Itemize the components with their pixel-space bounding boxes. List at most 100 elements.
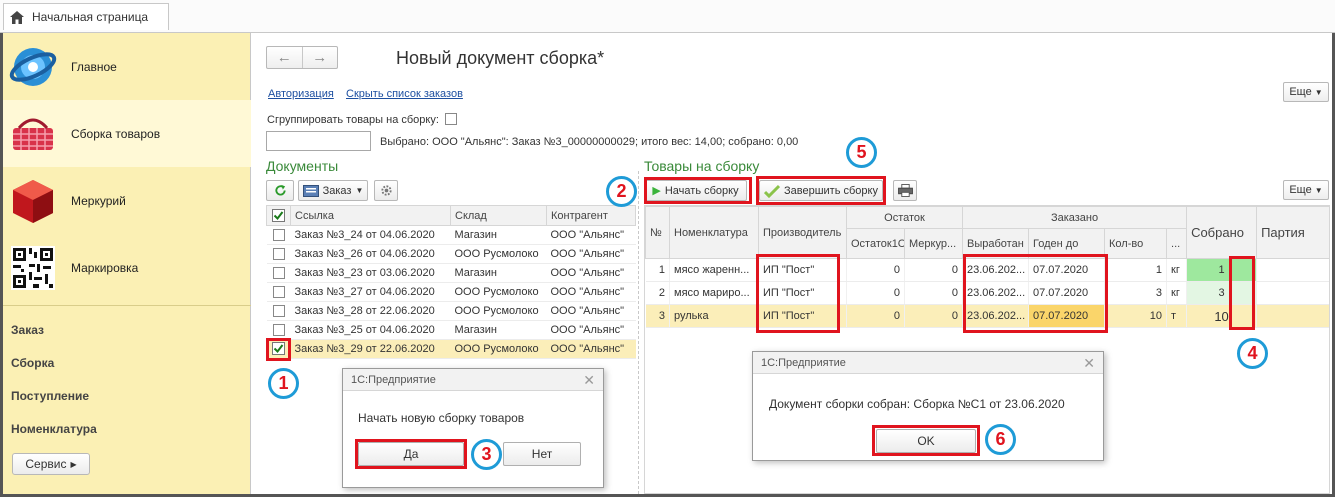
cell-valid-until[interactable]: 07.07.2020 bbox=[1028, 281, 1106, 305]
tab-home[interactable]: Начальная страница bbox=[3, 3, 169, 30]
sidebar-item-mercury[interactable]: Меркурий bbox=[3, 167, 251, 234]
row-checkbox-cell[interactable] bbox=[266, 301, 291, 321]
table-row[interactable]: Заказ №3_28 от 22.06.2020 ООО Русмолоко ОО… bbox=[266, 301, 636, 321]
sidebar-item-assembly[interactable]: Сборка товаров bbox=[3, 100, 251, 167]
group-goods-label: Сгруппировать товары на сборку: bbox=[267, 114, 439, 126]
print-button[interactable] bbox=[893, 180, 917, 201]
col-header-ref[interactable]: Ссылка bbox=[290, 205, 451, 226]
sidebar-link-nomenclature[interactable]: Номенклатура bbox=[11, 422, 97, 436]
finish-assembly-button[interactable]: Завершить сборку bbox=[759, 180, 883, 201]
filter-input[interactable] bbox=[266, 131, 371, 151]
dialog-message: Начать новую сборку товаров bbox=[358, 411, 525, 425]
col-header-stock1c[interactable]: Остаток1С bbox=[846, 228, 905, 259]
sidebar-link-order[interactable]: Заказ bbox=[11, 323, 44, 337]
col-header-nomenclature[interactable]: Номенклатура bbox=[669, 206, 759, 259]
cell-valid-until[interactable]: 07.07.2020 bbox=[1028, 258, 1106, 282]
row-checkbox[interactable] bbox=[272, 228, 285, 241]
cell-num: 3 bbox=[645, 304, 670, 328]
sidebar-item-label: Сборка товаров bbox=[71, 126, 161, 141]
table-row[interactable]: Заказ №3_27 от 04.06.2020 ООО Русмолоко ОО… bbox=[266, 282, 636, 302]
chevron-down-icon: ▼ bbox=[1314, 185, 1323, 195]
col-header-qty[interactable]: Кол-во bbox=[1104, 228, 1168, 259]
cell-producer: ИП "Пост" bbox=[758, 281, 847, 305]
row-checkbox-cell[interactable] bbox=[266, 282, 291, 302]
col-header-collected[interactable]: Собрано bbox=[1186, 206, 1258, 259]
close-icon[interactable]: ✕ bbox=[583, 372, 595, 389]
cell-store: ООО Русмолоко bbox=[450, 339, 547, 359]
table-row[interactable]: Заказ №3_26 от 04.06.2020 ООО Русмолоко ОО… bbox=[266, 244, 636, 264]
col-header-ordered[interactable]: Заказано bbox=[962, 206, 1188, 229]
row-checkbox[interactable] bbox=[272, 304, 285, 317]
row-checkbox-cell[interactable] bbox=[266, 225, 291, 245]
col-header-producer[interactable]: Производитель bbox=[758, 206, 847, 259]
sidebar-item-main[interactable]: Главное bbox=[3, 33, 251, 100]
table-row[interactable]: 1 мясо жаренн... ИП "Пост" 0 0 23.06.202... 07… bbox=[645, 258, 1329, 282]
pane-divider[interactable] bbox=[638, 171, 639, 494]
row-checkbox-cell[interactable] bbox=[266, 244, 291, 264]
documents-header-row: Ссылка Склад Контрагент bbox=[266, 205, 636, 226]
cell-collected[interactable]: 1 bbox=[1186, 258, 1258, 282]
start-assembly-button[interactable]: ▶ Начать сборку bbox=[644, 180, 747, 201]
col-header-contractor[interactable]: Контрагент bbox=[546, 205, 636, 226]
page-title: Новый документ сборка* bbox=[396, 48, 605, 68]
col-header-valid-until[interactable]: Годен до bbox=[1028, 228, 1106, 259]
row-checkbox[interactable] bbox=[272, 266, 285, 279]
close-icon[interactable]: ✕ bbox=[1083, 355, 1095, 372]
sidebar-link-receipt[interactable]: Поступление bbox=[11, 389, 89, 403]
row-checkbox-cell[interactable] bbox=[266, 339, 291, 359]
table-row[interactable]: Заказ №3_29 от 22.06.2020 ООО Русмолоко ОО… bbox=[266, 339, 636, 359]
row-checkbox[interactable] bbox=[272, 285, 285, 298]
col-header-stock[interactable]: Остаток bbox=[845, 206, 964, 229]
yes-button[interactable]: Да bbox=[358, 442, 464, 466]
more-button-goods[interactable]: Еще ▼ bbox=[1283, 180, 1329, 200]
table-row[interactable]: Заказ №3_23 от 03.06.2020 Магазин ООО "Аль… bbox=[266, 263, 636, 283]
hide-orders-link[interactable]: Скрыть список заказов bbox=[346, 88, 463, 100]
documents-table: Ссылка Склад Контрагент Заказ №3_24 от 0… bbox=[266, 205, 636, 359]
group-goods-checkbox[interactable] bbox=[444, 113, 457, 125]
forward-arrow-icon[interactable]: → bbox=[303, 47, 338, 68]
row-checkbox[interactable] bbox=[272, 323, 285, 336]
row-checkbox-cell[interactable] bbox=[266, 320, 291, 340]
back-arrow-icon[interactable]: ← bbox=[267, 47, 303, 68]
select-all-header[interactable] bbox=[266, 205, 291, 226]
cell-ref: Заказ №3_23 от 03.06.2020 bbox=[290, 263, 451, 283]
col-header-dots[interactable]: ... bbox=[1166, 228, 1188, 259]
more-button-top[interactable]: Еще ▼ bbox=[1283, 82, 1329, 102]
cell-producer: ИП "Пост" bbox=[758, 304, 847, 328]
col-header-batch[interactable]: Партия bbox=[1256, 206, 1329, 259]
sidebar-item-marking[interactable]: Маркировка bbox=[3, 234, 251, 301]
gear-icon bbox=[380, 185, 392, 196]
cell-name: рулька bbox=[669, 304, 759, 328]
auth-link[interactable]: Авторизация bbox=[268, 88, 334, 100]
col-header-mercury[interactable]: Меркур... bbox=[903, 228, 964, 259]
col-header-num[interactable]: № bbox=[645, 206, 670, 259]
basket-icon bbox=[13, 118, 53, 150]
row-checkbox-cell[interactable] bbox=[266, 263, 291, 283]
ok-button[interactable]: OK bbox=[876, 429, 976, 453]
table-row[interactable]: Заказ №3_24 от 04.06.2020 Магазин ООО "Аль… bbox=[266, 225, 636, 245]
settings-button[interactable] bbox=[374, 180, 398, 201]
sidebar-item-label: Меркурий bbox=[71, 193, 126, 208]
cell-valid-until[interactable]: 07.07.2020 bbox=[1028, 304, 1106, 328]
chevron-down-icon: ▼ bbox=[355, 186, 364, 195]
cell-produced: 23.06.202... bbox=[962, 304, 1030, 328]
service-button[interactable]: Сервис ▶ bbox=[12, 453, 90, 475]
no-button[interactable]: Нет bbox=[503, 442, 581, 466]
start-assembly-dialog: 1С:Предприятие ✕ Начать новую сборку тов… bbox=[342, 368, 604, 488]
cell-batch[interactable] bbox=[1256, 258, 1329, 282]
cell-batch[interactable] bbox=[1256, 304, 1329, 328]
table-row[interactable]: 2 мясо мариро... ИП "Пост" 0 0 23.06.202... 07… bbox=[645, 281, 1329, 305]
refresh-button[interactable] bbox=[266, 180, 294, 201]
cell-collected[interactable]: 3 bbox=[1186, 281, 1258, 305]
row-checkbox[interactable] bbox=[272, 247, 285, 260]
cell-batch[interactable] bbox=[1256, 281, 1329, 305]
col-header-produced[interactable]: Выработан bbox=[962, 228, 1030, 259]
order-dropdown-button[interactable]: Заказ ▼ bbox=[298, 180, 368, 201]
checked-checkbox-icon[interactable] bbox=[272, 342, 285, 355]
table-row[interactable]: 3 рулька ИП "Пост" 0 0 23.06.202... 07.07.2020… bbox=[645, 304, 1329, 328]
cell-collected[interactable]: 10 bbox=[1186, 304, 1258, 328]
sidebar-link-assembly[interactable]: Сборка bbox=[11, 356, 54, 370]
table-row[interactable]: Заказ №3_25 от 04.06.2020 Магазин ООО "Аль… bbox=[266, 320, 636, 340]
cube-icon bbox=[13, 179, 53, 223]
col-header-store[interactable]: Склад bbox=[450, 205, 547, 226]
